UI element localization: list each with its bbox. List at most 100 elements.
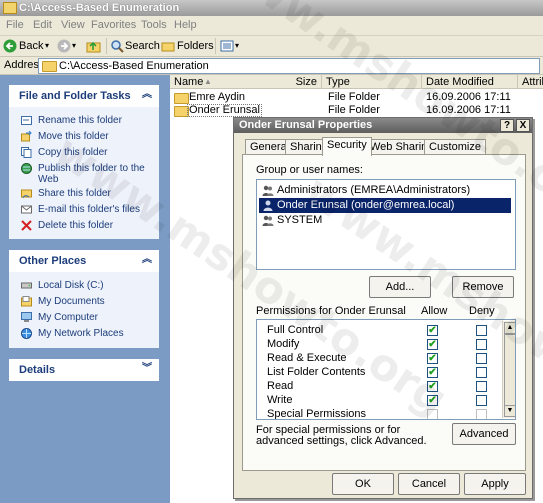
column-label: Date Modified: [426, 76, 494, 88]
add-button[interactable]: Add...: [369, 276, 431, 298]
remove-button[interactable]: Remove: [452, 276, 514, 298]
search-button[interactable]: Search: [110, 38, 160, 54]
back-label: Back: [19, 40, 44, 52]
user-label: SYSTEM: [277, 214, 323, 226]
file-folder-tasks-header[interactable]: File and Folder Tasks ︽: [9, 85, 159, 107]
allow-checkbox[interactable]: ✔: [427, 367, 438, 378]
task-publish-folder[interactable]: Publish this folder to the Web: [21, 163, 156, 185]
up-folder-icon: [86, 41, 101, 53]
copy-icon: [21, 147, 32, 158]
column-header-attrib[interactable]: Attrib: [518, 75, 543, 89]
deny-checkbox[interactable]: [476, 367, 487, 378]
group-label: Group or user names:: [256, 164, 363, 176]
share-icon: [21, 189, 32, 199]
ok-button[interactable]: OK: [332, 473, 394, 495]
disk-icon: [21, 282, 32, 289]
dialog-title-bar[interactable]: Onder Erunsal Properties ? X: [234, 118, 532, 133]
scroll-up-icon[interactable]: ▲: [504, 322, 515, 334]
folders-button[interactable]: Folders: [161, 38, 214, 54]
forward-arrow-icon: [57, 39, 71, 53]
column-header-date[interactable]: Date Modified: [422, 75, 518, 89]
permission-name: Read: [267, 380, 294, 392]
toolbar-separator: [215, 38, 216, 54]
file-date: 16.09.2006 17:11: [426, 104, 511, 116]
user-list[interactable]: Administrators (EMREA\Administrators) On…: [256, 179, 516, 270]
move-icon: [21, 131, 32, 142]
menu-tools[interactable]: Tools: [141, 19, 167, 31]
other-places-header[interactable]: Other Places ︽: [9, 250, 159, 272]
forward-dropdown-icon[interactable]: ▾: [72, 38, 76, 54]
permissions-label: Permissions for Onder Erunsal: [256, 305, 406, 317]
scroll-down-icon[interactable]: ▼: [504, 405, 515, 417]
deny-checkbox[interactable]: [476, 381, 487, 392]
other-places-panel: Other Places ︽ Local Disk (C:) My Docume…: [9, 250, 159, 348]
file-row[interactable]: Onder Erunsal File Folder 16.09.2006 17:…: [170, 104, 543, 117]
apply-button[interactable]: Apply: [464, 473, 526, 495]
computer-icon: [21, 312, 32, 322]
address-input[interactable]: C:\Access-Based Enumeration: [38, 58, 540, 74]
collapse-chevron-icon[interactable]: ︽: [141, 89, 153, 101]
tab-security[interactable]: Security: [322, 137, 372, 156]
task-label: Share this folder: [38, 188, 111, 199]
allow-checkbox[interactable]: ✔: [427, 325, 438, 336]
details-header[interactable]: Details ︾: [9, 359, 159, 381]
menu-edit[interactable]: Edit: [33, 19, 52, 31]
up-folder-button[interactable]: [86, 38, 102, 54]
allow-checkbox[interactable]: ✔: [427, 395, 438, 406]
task-label: E-mail this folder's files: [38, 204, 140, 215]
sort-ascending-icon: ▲: [204, 77, 212, 86]
scroll-thumb[interactable]: [504, 334, 515, 406]
special-permissions-note: For special permissions or for advanced …: [256, 424, 427, 447]
file-row[interactable]: Emre Aydin File Folder 16.09.2006 17:11: [170, 91, 543, 104]
collapse-chevron-icon[interactable]: ︽: [141, 254, 153, 266]
permission-name: Special Permissions: [267, 408, 367, 420]
user-item[interactable]: SYSTEM: [259, 213, 511, 228]
menu-favorites[interactable]: Favorites: [91, 19, 136, 31]
globe-icon: [21, 163, 32, 174]
task-label: Copy this folder: [38, 147, 108, 158]
tab-customize[interactable]: Customize: [424, 139, 486, 155]
folder-icon: [3, 2, 17, 14]
deny-checkbox[interactable]: [476, 339, 487, 350]
menu-file[interactable]: File: [6, 19, 24, 31]
user-item-selected[interactable]: Onder Erunsal (onder@emrea.local): [259, 198, 511, 213]
menu-view[interactable]: View: [61, 19, 85, 31]
back-button[interactable]: Back ▾: [3, 38, 53, 54]
deny-checkbox[interactable]: [476, 325, 487, 336]
file-name: Onder Erunsal: [187, 104, 262, 117]
expand-chevron-icon[interactable]: ︾: [141, 363, 153, 375]
column-header-type[interactable]: Type: [322, 75, 422, 89]
permission-row: Modify ✔: [259, 337, 499, 351]
permission-name: Read & Execute: [267, 352, 347, 364]
place-label: My Computer: [38, 312, 99, 323]
close-button[interactable]: X: [516, 119, 530, 132]
place-label: My Documents: [38, 296, 105, 307]
place-label: Local Disk (C:): [38, 280, 104, 291]
address-bar: Address C:\Access-Based Enumeration: [0, 57, 543, 75]
user-item[interactable]: Administrators (EMREA\Administrators): [259, 183, 511, 198]
dialog-title: Onder Erunsal Properties: [239, 119, 373, 131]
user-icon: [263, 200, 273, 211]
forward-button[interactable]: ▾: [57, 38, 79, 54]
cancel-button[interactable]: Cancel: [398, 473, 460, 495]
allow-checkbox[interactable]: ✔: [427, 339, 438, 350]
permissions-scrollbar[interactable]: ▲ ▼: [502, 321, 515, 418]
allow-checkbox[interactable]: ✔: [427, 381, 438, 392]
column-header-size[interactable]: Size: [277, 75, 322, 89]
back-dropdown-icon[interactable]: ▾: [45, 38, 49, 54]
advanced-button[interactable]: Advanced: [452, 423, 516, 445]
permission-row: Read & Execute ✔: [259, 351, 499, 365]
deny-checkbox[interactable]: [476, 353, 487, 364]
help-button[interactable]: ?: [500, 119, 514, 132]
views-button[interactable]: ▾: [220, 38, 242, 54]
other-places-title: Other Places: [19, 255, 87, 267]
deny-checkbox: [476, 409, 487, 419]
menu-help[interactable]: Help: [174, 19, 197, 31]
user-label: Onder Erunsal (onder@emrea.local): [277, 199, 455, 211]
views-dropdown-icon[interactable]: ▾: [235, 38, 239, 54]
column-label: Size: [295, 76, 317, 88]
permission-row: List Folder Contents ✔: [259, 365, 499, 379]
deny-checkbox[interactable]: [476, 395, 487, 406]
permission-row: Special Permissions: [259, 407, 499, 420]
allow-checkbox[interactable]: ✔: [427, 353, 438, 364]
